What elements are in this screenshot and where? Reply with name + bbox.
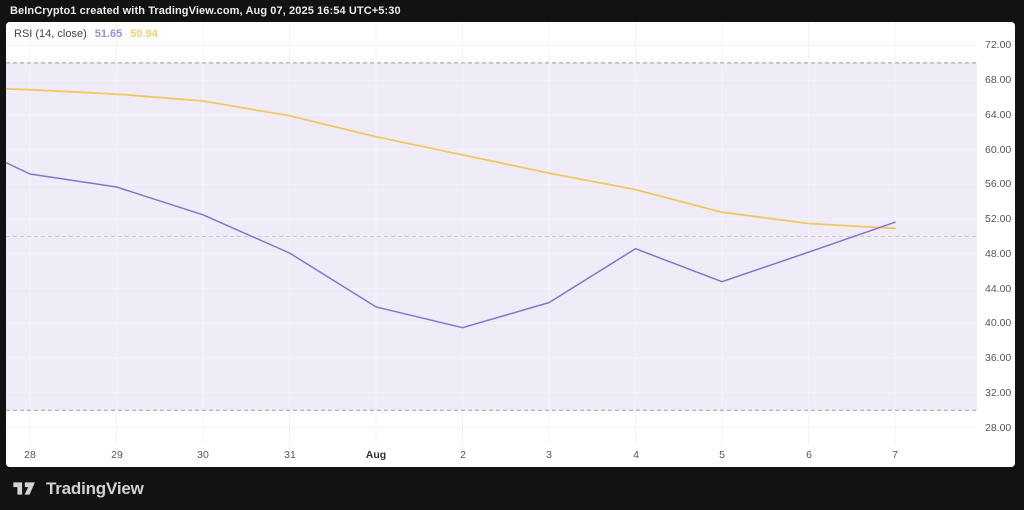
- snapshot-title: BeInCrypto1 created with TradingView.com…: [10, 5, 401, 17]
- time-axis-label: 5: [719, 449, 725, 461]
- time-axis-label: Aug: [365, 449, 387, 461]
- time-axis-label: 4: [633, 449, 639, 461]
- rsi-value: 51.65: [94, 28, 123, 40]
- time-axis-label: 31: [284, 449, 296, 461]
- time-axis-label: 28: [24, 449, 36, 461]
- time-axis-label: 6: [806, 449, 812, 461]
- time-axis-label: 29: [111, 449, 123, 461]
- price-axis-label: 52.00: [985, 213, 1012, 225]
- indicator-title: RSI (14, close): [14, 28, 87, 40]
- footer-bar: TradingView: [0, 467, 1024, 510]
- price-axis-label: 48.00: [985, 248, 1012, 260]
- price-axis-label: 40.00: [985, 317, 1012, 329]
- time-axis-label: 2: [460, 449, 466, 461]
- tradingview-wordmark: TradingView: [46, 478, 144, 498]
- price-axis-label: 28.00: [985, 422, 1012, 434]
- price-axis-label: 72.00: [985, 39, 1012, 51]
- indicator-legend: RSI (14, close) 51.65 50.94: [14, 26, 158, 42]
- price-axis-label: 32.00: [985, 387, 1012, 399]
- ma-value: 50.94: [130, 28, 158, 40]
- chart-card: RSI (14, close) 51.65 50.94 72.00 68.00 64…: [6, 22, 1015, 467]
- time-axis-label: 30: [197, 449, 209, 461]
- header-bar: BeInCrypto1 created with TradingView.com…: [0, 0, 1024, 22]
- tradingview-logo-icon: [12, 478, 39, 499]
- price-axis-label: 60.00: [985, 144, 1012, 156]
- time-axis-label: 7: [892, 449, 898, 461]
- price-axis-label: 68.00: [985, 74, 1012, 86]
- price-axis-label: 56.00: [985, 178, 1012, 190]
- price-axis-label: 44.00: [985, 283, 1012, 295]
- time-axis-label: 3: [546, 449, 552, 461]
- rsi-plot[interactable]: [6, 22, 1015, 467]
- price-axis-label: 36.00: [985, 352, 1012, 364]
- price-axis-label: 64.00: [985, 109, 1012, 121]
